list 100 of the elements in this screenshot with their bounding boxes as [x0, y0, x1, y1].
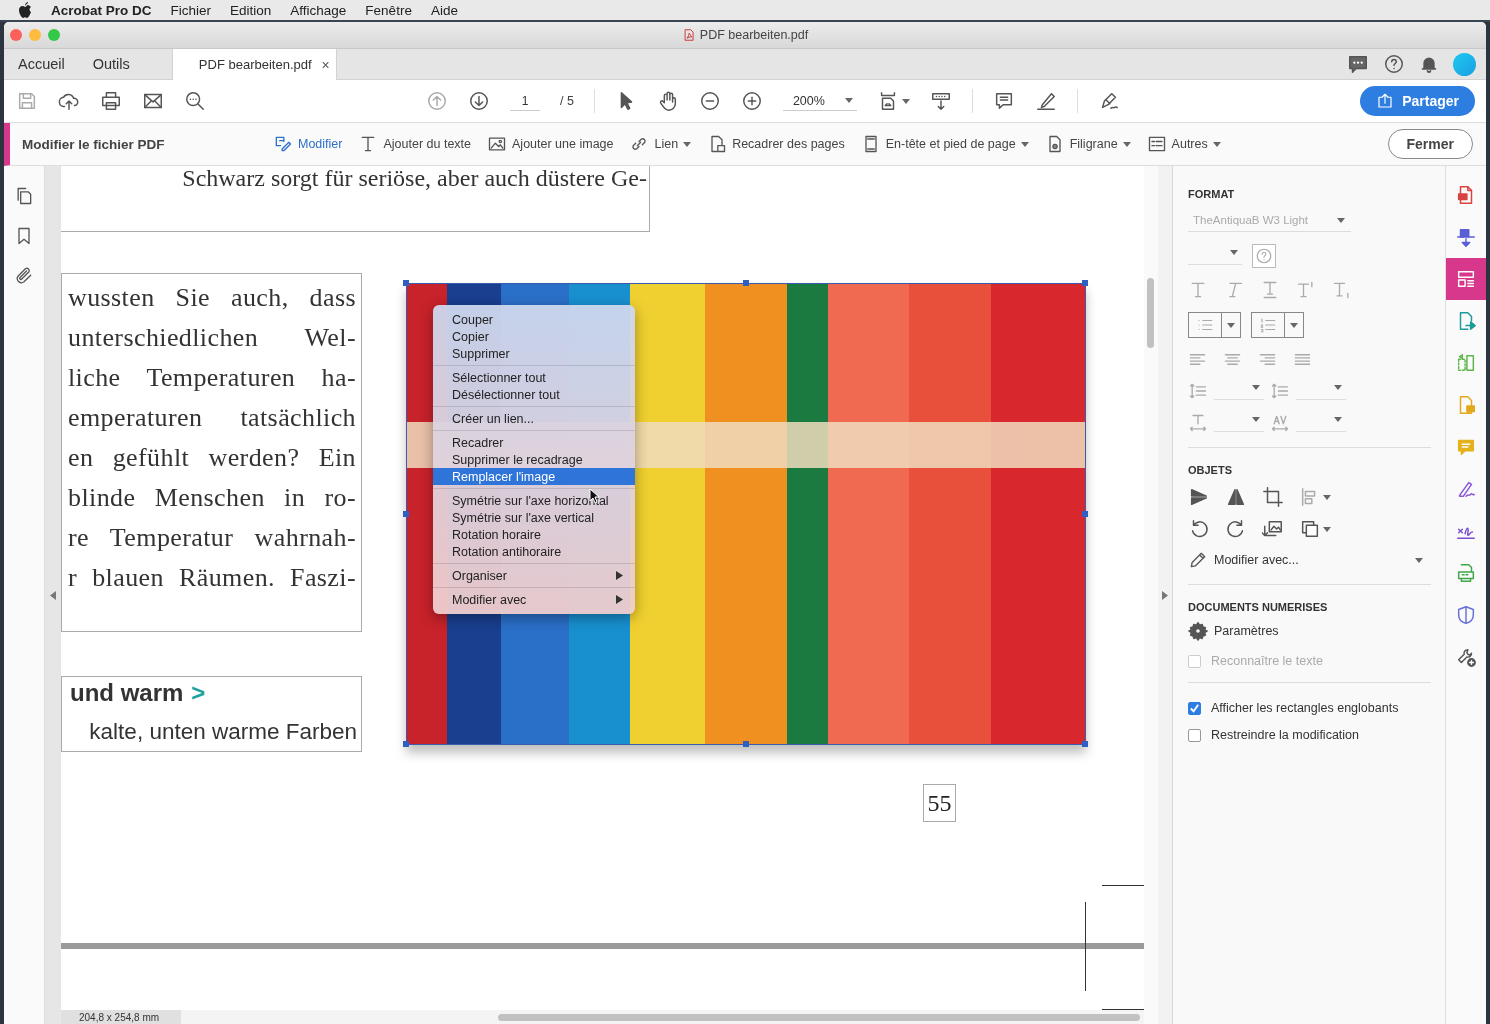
- resize-handle[interactable]: [1082, 280, 1088, 286]
- menu-item[interactable]: Affichage: [290, 2, 347, 18]
- zoom-field[interactable]: 200%: [782, 91, 857, 111]
- edit-tool[interactable]: Ajouter du texte: [358, 134, 472, 154]
- menu-item[interactable]: Fichier: [170, 2, 212, 18]
- caret-icon: [1252, 417, 1260, 422]
- resize-handle[interactable]: [403, 510, 409, 517]
- close-button[interactable]: Fermer: [1387, 129, 1473, 159]
- menu-item[interactable]: Désélectionner tout: [433, 386, 635, 403]
- tab-close-button[interactable]: ×: [321, 56, 330, 73]
- crop-icon[interactable]: [1262, 486, 1284, 508]
- scroll-mode-icon[interactable]: [929, 90, 952, 112]
- subscript-icon[interactable]: [1332, 280, 1352, 300]
- edit-with-dropdown[interactable]: Modifier avec...: [1188, 550, 1431, 570]
- save-icon[interactable]: [16, 90, 38, 112]
- checkbox[interactable]: [1188, 728, 1201, 742]
- previous-page-icon[interactable]: [426, 90, 448, 112]
- zoom-out-icon[interactable]: [698, 90, 721, 112]
- app-menu[interactable]: Acrobat Pro DC: [51, 2, 152, 18]
- bullet-list-dropdown[interactable]: [1188, 312, 1241, 338]
- edit-tool[interactable]: Filigrane: [1044, 134, 1131, 154]
- print-icon[interactable]: [100, 90, 122, 112]
- edit-tool[interactable]: Lien: [629, 134, 692, 154]
- menu-item[interactable]: Fenêtre: [365, 2, 412, 18]
- menu-item[interactable]: Symétrie sur l'axe horizontal: [433, 492, 635, 509]
- line-spacing-icon[interactable]: [1188, 381, 1208, 401]
- caret-icon: [1020, 141, 1029, 147]
- text-scale-dropdown[interactable]: [1214, 414, 1264, 432]
- help-icon[interactable]: [1383, 53, 1405, 75]
- character-spacing-icon[interactable]: [1270, 413, 1290, 433]
- menu-item[interactable]: Sélectionner tout: [433, 369, 635, 386]
- text-box[interactable]: wussten Sie auch, dass unterschiedlichen Wel- liche Temperaturen ha- emperaturen tatsächlich en gefühlt werden? Ein blinde Menschen in ro- re Temperatur wahrnah- r blauen Räumen. Faszi-: [61, 273, 362, 632]
- page-dimensions: 204,8 x 254,8 mm: [61, 1010, 181, 1024]
- layout-icon: [1455, 268, 1477, 290]
- tab[interactable]: Accueil: [4, 49, 79, 79]
- caret-icon: [901, 98, 910, 104]
- zoom-in-icon[interactable]: [740, 90, 763, 112]
- expand-arrow-icon[interactable]: [1162, 590, 1168, 600]
- character-spacing-dropdown[interactable]: [1296, 414, 1346, 432]
- document-text: kalte, unten warme Farben: [89, 719, 357, 745]
- paragraph-spacing-dropdown[interactable]: [1296, 382, 1346, 400]
- next-page-icon[interactable]: [468, 90, 490, 112]
- scrollbar-thumb[interactable]: [1147, 278, 1154, 348]
- superscript-icon[interactable]: [1296, 280, 1316, 300]
- menu-item[interactable]: Copier: [433, 328, 635, 345]
- caret-icon: [1415, 557, 1423, 563]
- caret-icon: [1334, 385, 1342, 390]
- share-button[interactable]: Partager: [1360, 86, 1475, 116]
- resize-handle[interactable]: [742, 741, 749, 747]
- resize-handle[interactable]: [742, 280, 749, 286]
- edit-tool[interactable]: En-tête et pied de page: [860, 134, 1029, 154]
- tab[interactable]: PDF bearbeiten.pdf ×: [171, 49, 337, 80]
- paragraph-spacing-icon[interactable]: [1270, 381, 1290, 401]
- resize-handle[interactable]: [1082, 741, 1088, 747]
- checkbox[interactable]: [1188, 701, 1201, 715]
- flip-vertical-icon[interactable]: [1188, 486, 1210, 508]
- scrollbar-thumb[interactable]: [498, 1013, 1140, 1021]
- apple-logo-icon[interactable]: [18, 2, 32, 18]
- menu-item[interactable]: Recadrer: [433, 434, 635, 451]
- flip-horizontal-icon[interactable]: [1225, 486, 1247, 508]
- menu-item[interactable]: Modifier avec: [433, 591, 635, 608]
- edit-tool[interactable]: Recadrer des pages: [707, 134, 845, 154]
- line-spacing-dropdown[interactable]: [1214, 382, 1264, 400]
- checkbox-label: Afficher les rectangles englobants: [1211, 701, 1399, 715]
- menu-item[interactable]: Supprimer: [433, 345, 635, 362]
- menu-item[interactable]: Symétrie sur l'axe vertical: [433, 509, 635, 526]
- caret-icon: [1334, 417, 1342, 422]
- menu-item[interactable]: Couper: [433, 311, 635, 328]
- menu-item[interactable]: Créer un lien...: [433, 410, 635, 427]
- menu-item[interactable]: Edition: [230, 2, 272, 18]
- menu-item[interactable]: Remplacer l'image: [433, 468, 635, 485]
- numbered-list-dropdown[interactable]: [1251, 312, 1304, 338]
- avatar[interactable]: [1453, 52, 1476, 76]
- resize-handle[interactable]: [1082, 510, 1088, 517]
- resize-handle[interactable]: [403, 280, 409, 286]
- attachment-icon[interactable]: [14, 266, 34, 286]
- resize-handle[interactable]: [403, 741, 409, 747]
- text-box[interactable]: und warm > kalte, unten warme Farben: [61, 676, 362, 752]
- tab[interactable]: Outils: [78, 49, 144, 79]
- font-size-dropdown[interactable]: [1188, 247, 1242, 265]
- edit-tool[interactable]: Ajouter une image: [487, 134, 614, 154]
- highlighter-pen-icon[interactable]: [1034, 90, 1057, 112]
- menu-item[interactable]: Organiser: [433, 567, 635, 584]
- menu-item[interactable]: Rotation antihoraire: [433, 543, 635, 560]
- search-icon[interactable]: [184, 90, 206, 112]
- text-box[interactable]: [61, 166, 650, 232]
- submenu-arrow-icon: [616, 571, 623, 580]
- settings-button[interactable]: Paramètres: [1188, 621, 1431, 641]
- close-window-button[interactable]: [10, 29, 22, 41]
- arrange-icon[interactable]: [1299, 518, 1321, 540]
- collapse-arrow-icon[interactable]: [50, 590, 56, 600]
- text-scale-icon[interactable]: [1188, 413, 1208, 433]
- edit-tool[interactable]: Autres: [1146, 134, 1221, 154]
- pencil-icon: [1188, 550, 1208, 570]
- chat-icon[interactable]: [1347, 53, 1369, 75]
- menu-item[interactable]: Aide: [430, 2, 458, 18]
- menu-item[interactable]: Supprimer le recadrage: [433, 451, 635, 468]
- edit-tool[interactable]: Modifier: [273, 134, 343, 154]
- menu-item[interactable]: Rotation horaire: [433, 526, 635, 543]
- section-heading: DOCUMENTS NUMERISES: [1188, 601, 1329, 613]
